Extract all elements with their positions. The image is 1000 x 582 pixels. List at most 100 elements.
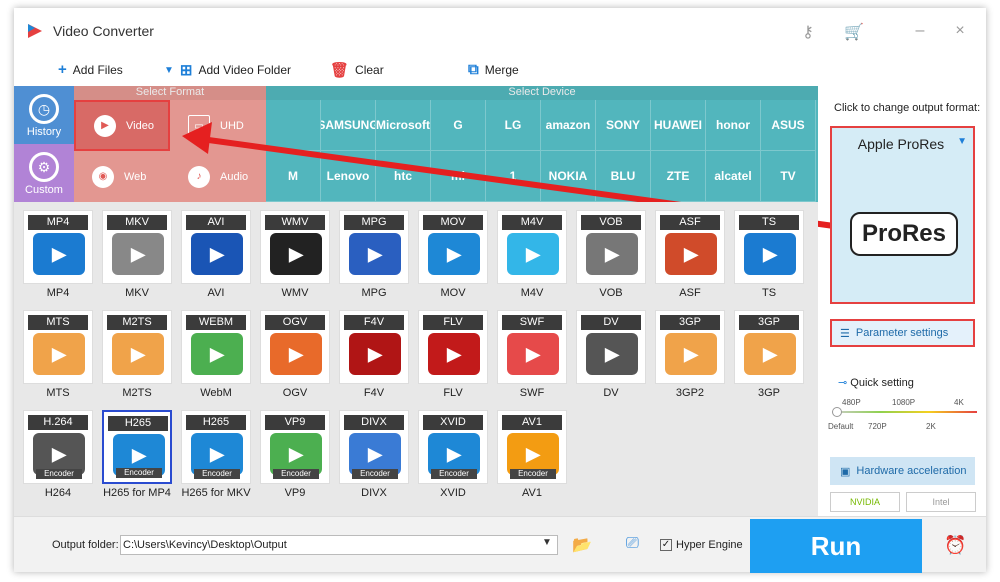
quality-slider[interactable]: 480P 1080P 4K Default 720P 2K [828, 398, 977, 438]
nvidia-button[interactable]: NVIDIA [830, 492, 900, 512]
format-icon: ▶ [507, 233, 559, 275]
encoder-badge: Encoder [352, 469, 398, 479]
bottom-bar: Output folder: C:\Users\Kevincy\Desktop\… [14, 516, 986, 573]
hardware-acceleration-button[interactable]: ▣ Hardware acceleration [830, 457, 975, 485]
web-icon: ◉ [92, 165, 114, 188]
gear-icon: ⚙ [29, 152, 59, 182]
format-tag: VOB [581, 215, 641, 230]
quick-setting-label: ⊸ Quick setting [838, 376, 914, 389]
encoder-badge: Encoder [194, 469, 240, 479]
format-tile-avi[interactable]: AVI ▶ [181, 210, 251, 284]
format-tile-mpg[interactable]: MPG ▶ [339, 210, 409, 284]
format-label: AVI [207, 287, 225, 299]
format-tile-3gp2[interactable]: 3GP ▶ [655, 310, 725, 384]
left-nav: ◷ History ⚙ Custom [14, 86, 74, 202]
format-video-label: Video [126, 119, 154, 132]
merge-label: Merge [484, 62, 519, 77]
format-tile-m4v[interactable]: M4V ▶ [497, 210, 567, 284]
add-folder-button[interactable]: ▼ ⊞ Add Video Folder [164, 61, 291, 79]
format-tile-ogv[interactable]: OGV ▶ [260, 310, 330, 384]
format-icon: ▶ [744, 333, 796, 375]
format-tag: TS [739, 215, 799, 230]
format-tile-mov[interactable]: MOV ▶ [418, 210, 488, 284]
open-folder-icon[interactable]: 📂 [572, 535, 592, 555]
preview-folder-icon[interactable]: ⎚ [626, 535, 639, 553]
dropdown-caret-icon[interactable]: ▼ [957, 136, 967, 147]
toolbar: + Add Files ▼ ⊞ Add Video Folder 🗑 Clear ⧉ Me… [14, 54, 986, 86]
hardware-acceleration-label: Hardware acceleration [856, 465, 967, 477]
output-format-box[interactable]: Apple ProRes ▼ ProRes [830, 126, 975, 304]
format-tile-ts[interactable]: TS ▶ [734, 210, 804, 284]
format-tag: M2TS [107, 315, 167, 330]
format-label: H265 for MKV [181, 487, 251, 499]
format-icon: ▶ [112, 333, 164, 375]
slider-icon: ⊸ [838, 377, 851, 389]
format-web-label: Web [124, 170, 147, 183]
encoder-badge: Encoder [431, 469, 477, 479]
format-icon: ▶ [744, 233, 796, 275]
output-folder-field[interactable]: C:\Users\Kevincy\Desktop\Output [120, 535, 558, 555]
format-tag: MOV [423, 215, 483, 230]
format-tile-h264[interactable]: H.264 ▶ Encoder [23, 410, 93, 484]
format-tag: MP4 [28, 215, 88, 230]
format-tile-flv[interactable]: FLV ▶ [418, 310, 488, 384]
format-web-button[interactable]: ◉ Web [74, 151, 170, 202]
run-button[interactable]: Run [750, 519, 922, 573]
parameter-settings-button[interactable]: ☰ Parameter settings [830, 319, 975, 347]
format-tag: DV [581, 315, 641, 330]
format-label: MP4 [46, 287, 70, 299]
close-button[interactable]: × [950, 22, 970, 40]
format-tile-xvid[interactable]: XVID ▶ Encoder [418, 410, 488, 484]
format-icon: ▶ [428, 233, 480, 275]
add-files-button[interactable]: + Add Files [58, 61, 123, 78]
tick-default: Default [828, 422, 854, 431]
dropdown-caret-icon[interactable]: ▼ [542, 537, 552, 548]
slider-thumb[interactable] [832, 407, 842, 417]
hyper-engine-checkbox[interactable]: ✓ Hyper Engine [660, 539, 743, 551]
format-tile-av1[interactable]: AV1 ▶ Encoder [497, 410, 567, 484]
format-tile-h265-for-mkv[interactable]: H265 ▶ Encoder [181, 410, 251, 484]
format-label: H265 for MP4 [103, 487, 171, 499]
format-tile-vp9[interactable]: VP9 ▶ Encoder [260, 410, 330, 484]
format-label: ASF [679, 287, 701, 299]
prores-annotation: ProRes [850, 212, 958, 256]
play-icon: ▶ [94, 114, 116, 137]
add-files-label: Add Files [72, 62, 123, 77]
merge-icon: ⧉ [468, 61, 479, 78]
format-icon: ▶ [270, 233, 322, 275]
format-video-button[interactable]: ▶ Video [74, 100, 170, 151]
format-tile-vob[interactable]: VOB ▶ [576, 210, 646, 284]
format-icon: ▶ [428, 333, 480, 375]
format-icon: ▶ [665, 333, 717, 375]
format-tile-m2ts[interactable]: M2TS ▶ [102, 310, 172, 384]
cart-icon[interactable]: 🛒 [844, 22, 864, 42]
format-tile-3gp[interactable]: 3GP ▶ [734, 310, 804, 384]
format-label: TS [761, 287, 777, 299]
encoder-badge: Encoder [116, 468, 162, 478]
format-tile-mkv[interactable]: MKV ▶ [102, 210, 172, 284]
format-label: DV [603, 387, 619, 399]
format-tile-swf[interactable]: SWF ▶ [497, 310, 567, 384]
intel-button[interactable]: Intel [906, 492, 976, 512]
format-tile-f4v[interactable]: F4V ▶ [339, 310, 409, 384]
app-logo-icon [28, 24, 42, 38]
key-icon[interactable]: ⚷ [798, 22, 818, 42]
format-tile-h265-for-mp4[interactable]: H265 ▶ Encoder [102, 410, 172, 484]
custom-tab[interactable]: ⚙ Custom [14, 144, 74, 202]
history-tab[interactable]: ◷ History [14, 86, 74, 144]
format-tile-webm[interactable]: WEBM ▶ [181, 310, 251, 384]
format-tag: WEBM [186, 315, 246, 330]
minimize-button[interactable]: – [910, 22, 930, 40]
format-tile-dv[interactable]: DV ▶ [576, 310, 646, 384]
clear-button[interactable]: 🗑 Clear [330, 61, 384, 79]
format-tile-mp4[interactable]: MP4 ▶ [23, 210, 93, 284]
dropdown-caret-icon[interactable]: ▼ [164, 65, 174, 76]
format-icon: ▶ [349, 233, 401, 275]
title-bar: Video Converter ⚷ 🛒 – × [14, 8, 986, 54]
format-tile-divx[interactable]: DIVX ▶ Encoder [339, 410, 409, 484]
format-tile-mts[interactable]: MTS ▶ [23, 310, 93, 384]
merge-button[interactable]: ⧉ Merge [468, 61, 519, 78]
alarm-clock-icon[interactable]: ⏰ [944, 535, 966, 556]
format-tile-asf[interactable]: ASF ▶ [655, 210, 725, 284]
format-tile-wmv[interactable]: WMV ▶ [260, 210, 330, 284]
